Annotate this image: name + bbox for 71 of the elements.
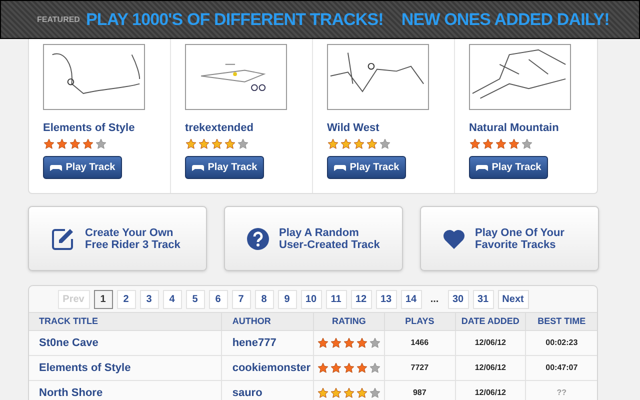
page-button[interactable]: 30 [448,290,468,308]
column-header[interactable]: PLAYS [384,313,456,330]
star-icon [521,138,533,150]
star-icon [95,138,107,150]
page-button[interactable]: 3 [140,290,158,308]
star-icon [368,337,381,349]
page-button[interactable]: 9 [278,290,296,308]
author-link[interactable]: sauro [232,384,262,400]
play-track-button[interactable]: Play Track [185,156,264,179]
gamepad-icon [476,164,488,172]
plays-count: 7727 [410,362,429,374]
page-button[interactable]: 11 [326,290,346,308]
date-added: 12/06/12 [474,362,506,374]
page-button[interactable]: 7 [232,290,250,308]
date-added: 12/06/12 [474,387,506,399]
page-button[interactable]: 13 [376,290,396,308]
track-title[interactable]: Elements of Style [43,121,170,135]
track-title[interactable]: Natural Mountain [469,121,597,135]
random-action-button[interactable]: Play A Random User-Created Track [224,206,403,271]
page-button[interactable]: 12 [350,290,372,308]
page-button[interactable]: 6 [208,290,228,308]
star-icon [368,362,381,374]
best-time: ?? [556,387,567,399]
track-title[interactable]: trekextended [185,121,312,135]
play-track-button[interactable]: Play Track [43,156,122,179]
section-label: FEATURED [37,14,80,26]
next-page-button[interactable]: Next [498,290,528,308]
play-track-button[interactable]: Play Track [327,156,406,179]
column-header[interactable]: TRACK TITLE [29,313,222,330]
author-link[interactable]: hene777 [232,334,276,352]
gamepad-icon [50,164,62,172]
page-button[interactable]: 14 [400,290,422,308]
track-title-link[interactable]: Elements of Style [39,360,131,376]
date-added: 12/06/12 [474,337,506,349]
column-header[interactable]: DATE ADDED [456,313,526,330]
page-ellipsis: ... [429,292,440,306]
track-thumbnail[interactable] [185,44,287,110]
plays-count: 987 [412,387,426,399]
star-icon [237,138,249,150]
column-header[interactable]: RATING [314,313,385,330]
author-link[interactable]: cookiemonster [232,360,311,376]
page-button[interactable]: 8 [254,290,274,308]
heart-icon [443,228,465,248]
track-thumbnail[interactable] [469,44,571,110]
favorite-action-button[interactable]: Play One Of Your Favorite Tracks [420,206,599,271]
page-button[interactable]: 4 [162,290,182,308]
page-button[interactable]: 2 [116,290,136,308]
page-button[interactable]: 31 [472,290,494,308]
gamepad-icon [192,164,204,172]
play-track-button[interactable]: Play Track [469,156,548,179]
plays-count: 1466 [410,337,429,349]
page-button[interactable]: 10 [300,290,322,308]
best-time: 00:02:23 [546,337,578,349]
track-title-link[interactable]: St0ne Cave [39,334,98,352]
track-title-link[interactable]: North Shore [39,384,103,400]
column-header[interactable]: AUTHOR [222,313,314,330]
column-header[interactable]: BEST TIME [526,313,598,330]
help-icon [247,228,269,250]
edit-icon [51,226,75,250]
star-icon [379,138,391,150]
star-icon [368,387,381,399]
create-action-button[interactable]: Create Your Own Free Rider 3 Track [28,206,207,271]
track-thumbnail[interactable] [327,44,429,110]
gamepad-icon [334,164,346,172]
track-title[interactable]: Wild West [327,121,454,135]
best-time: 00:47:07 [546,362,578,374]
page-button[interactable]: 1 [94,290,112,308]
banner-tagline: NEW ONES ADDED DAILY! [401,8,610,31]
page-button[interactable]: 5 [186,290,204,308]
track-thumbnail[interactable] [43,44,145,110]
banner-headline: PLAY 1000'S OF DIFFERENT TRACKS! [86,8,384,31]
